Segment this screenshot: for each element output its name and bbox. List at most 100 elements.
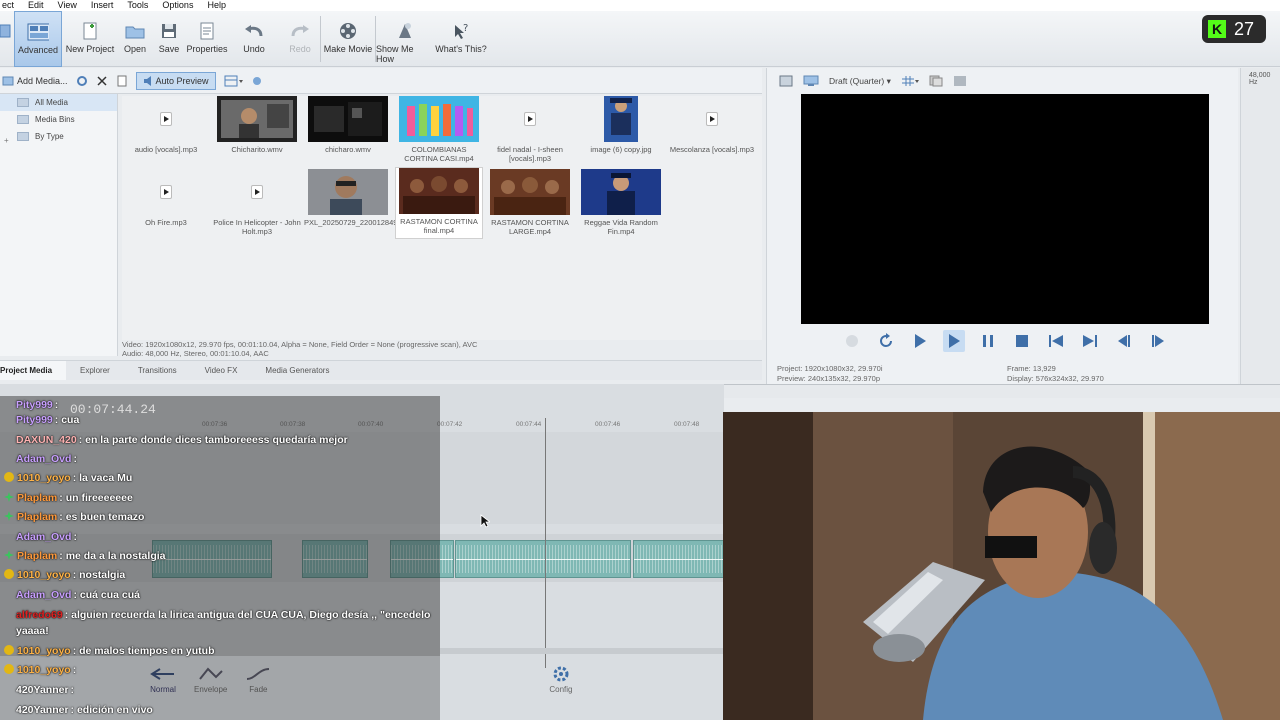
advanced-button[interactable]: Advanced <box>14 11 62 67</box>
media-tile[interactable]: RASTAMON CORTINA LARGE.mp4 <box>486 169 574 236</box>
menu-item[interactable]: Options <box>160 0 195 11</box>
make-movie-button[interactable]: Make Movie <box>321 11 375 67</box>
chat-username[interactable]: 1010_yoyo <box>17 664 71 676</box>
chat-username[interactable]: Pity999 <box>16 399 53 411</box>
media-tile[interactable]: PXL_20250729_220012849.mp4 <box>304 169 414 227</box>
remove-media-button[interactable] <box>96 75 108 87</box>
chat-username[interactable]: Plaplam <box>17 550 57 562</box>
new-project-button[interactable]: New Project <box>62 11 118 67</box>
go-to-end-button[interactable] <box>1079 330 1101 352</box>
media-tile[interactable]: Police In Helicopter - John Holt.mp3 <box>213 169 301 236</box>
media-name: RASTAMON CORTINA final.mp4 <box>400 217 478 235</box>
record-button[interactable] <box>841 330 863 352</box>
window-button[interactable] <box>0 11 14 67</box>
media-tile[interactable]: image (6) copy.jpg <box>577 96 665 154</box>
project-value: 1920x1080x32, 29.970i <box>804 364 883 373</box>
auto-preview-toggle[interactable]: Auto Preview <box>135 71 216 90</box>
chat-username[interactable]: Pity999 <box>16 414 53 426</box>
go-to-start-button[interactable] <box>1045 330 1067 352</box>
preview-quality-dropdown[interactable]: Draft (Quarter) ▾ <box>829 76 891 87</box>
audio-clip[interactable] <box>633 540 724 578</box>
chat-text: edición en vivo <box>76 704 153 716</box>
window-docking-tabs: Project Media Explorer Transitions Video… <box>0 360 762 380</box>
tree-item-all-media[interactable]: All Media <box>0 94 117 111</box>
tab-video-fx[interactable]: Video FX <box>191 361 252 380</box>
audio-clip[interactable] <box>455 540 631 578</box>
menu-item[interactable]: Edit <box>26 0 46 11</box>
audio-file-icon <box>251 185 263 199</box>
tab-explorer[interactable]: Explorer <box>66 361 124 380</box>
chat-username[interactable]: 1010_yoyo <box>17 569 71 581</box>
overlays-grid-icon[interactable] <box>901 75 919 87</box>
views-dropdown[interactable] <box>224 75 244 87</box>
chat-username[interactable]: Adam_Ovd <box>16 531 71 543</box>
open-button[interactable]: Open <box>118 11 152 67</box>
play-from-start-button[interactable] <box>909 330 931 352</box>
previous-frame-button[interactable] <box>1113 330 1135 352</box>
webcam-image <box>723 412 1280 720</box>
timeline-cursor[interactable] <box>545 418 546 668</box>
ruler-tick-label: 00:07:42 <box>437 421 463 428</box>
config-button[interactable]: Config <box>549 665 572 694</box>
save-button[interactable]: Save <box>152 11 186 67</box>
chat-message: yaaaa! <box>0 624 440 638</box>
tab-project-media[interactable]: Project Media <box>0 361 67 380</box>
add-media-button[interactable]: Add Media... <box>2 75 68 87</box>
media-properties-button[interactable] <box>116 75 128 87</box>
audio-file-icon <box>524 112 536 126</box>
chat-username[interactable]: 1010_yoyo <box>17 645 71 657</box>
stop-button[interactable] <box>1011 330 1033 352</box>
loop-playback-button[interactable] <box>875 330 897 352</box>
chat-username[interactable]: Plaplam <box>17 492 57 504</box>
preview-properties-icon[interactable] <box>779 75 793 87</box>
menu-item[interactable]: View <box>56 0 79 11</box>
chat-message: Adam_Ovd: cuá cua cuá <box>0 588 440 602</box>
tree-item-media-bins[interactable]: Media Bins <box>0 111 117 128</box>
save-snapshot-icon[interactable] <box>953 75 967 87</box>
search-button[interactable] <box>252 76 262 86</box>
tab-transitions[interactable]: Transitions <box>124 361 191 380</box>
audio-file-icon <box>160 185 172 199</box>
redo-button[interactable]: Redo <box>280 11 320 67</box>
copy-snapshot-icon[interactable] <box>929 75 943 87</box>
media-tile[interactable]: Oh Fire.mp3 <box>122 169 210 227</box>
expand-icon[interactable]: + <box>4 132 9 149</box>
pause-button[interactable] <box>977 330 999 352</box>
media-tile-selected[interactable]: RASTAMON CORTINA final.mp4 <box>395 167 483 239</box>
menu-item[interactable]: Insert <box>89 0 116 11</box>
show-me-how-button[interactable]: Show Me How <box>376 11 434 67</box>
media-tile[interactable]: Chicharito.wmv <box>213 96 301 154</box>
chat-username[interactable]: 420Yanner <box>16 684 69 696</box>
media-tile[interactable]: COLOMBIANAS CORTINA CASI.mp4 <box>395 96 483 163</box>
menu-item[interactable]: Tools <box>125 0 150 11</box>
timeline-scrollbar[interactable] <box>440 648 724 654</box>
menu-bar: ect Edit View Insert Tools Options Help <box>0 0 1280 11</box>
undo-icon <box>243 21 265 41</box>
chat-username[interactable]: DAXUN_420 <box>16 434 77 446</box>
tab-media-generators[interactable]: Media Generators <box>251 361 343 380</box>
chat-username[interactable]: 1010_yoyo <box>17 472 71 484</box>
tree-item-by-type[interactable]: + By Type <box>0 128 117 145</box>
chat-username[interactable]: 420Yanner <box>16 704 69 716</box>
play-button[interactable] <box>943 330 965 352</box>
media-tile[interactable]: Reggae Vida Random Fin.mp4 <box>577 169 665 236</box>
whats-this-button[interactable]: ? What's This? <box>434 11 488 67</box>
media-tile[interactable]: audio [vocals].mp3 <box>122 96 210 154</box>
media-tile[interactable]: chicharo.wmv <box>304 96 392 154</box>
properties-button[interactable]: Properties <box>186 11 228 67</box>
external-monitor-icon[interactable] <box>803 75 819 87</box>
chat-username[interactable]: Adam_Ovd <box>16 589 71 601</box>
media-tile[interactable]: Mescolanza [vocals].mp3 <box>668 96 756 154</box>
next-frame-button[interactable] <box>1147 330 1169 352</box>
menu-item[interactable]: ect <box>0 0 16 11</box>
chat-username[interactable]: Adam_Ovd <box>16 453 71 465</box>
media-name: Chicharito.wmv <box>231 145 283 154</box>
refresh-button[interactable] <box>76 75 88 87</box>
media-tile[interactable]: fidel nadal - I-sheen [vocals].mp3 <box>486 96 574 163</box>
menu-item[interactable]: Help <box>205 0 228 11</box>
chat-message: Plaplam: me da a la nostalgia <box>0 549 440 563</box>
chat-username[interactable]: Plaplam <box>17 511 57 523</box>
undo-button[interactable]: Undo <box>228 11 280 67</box>
audio-waveform <box>634 545 723 573</box>
chat-username[interactable]: alfredo69 <box>16 609 63 621</box>
